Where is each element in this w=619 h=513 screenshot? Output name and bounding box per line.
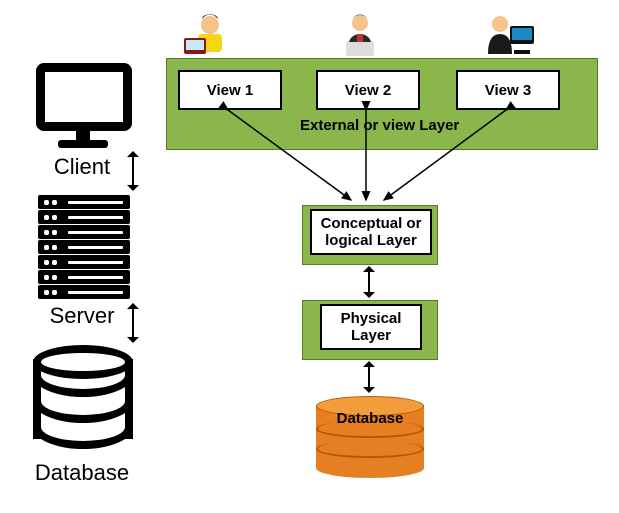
arrow-client-server [132,155,134,187]
arrow-server-database [132,307,134,339]
database-label: Database [22,460,142,486]
monitor-base [58,140,108,148]
conceptual-line-1: Conceptual or [321,215,422,232]
physical-box: Physical Layer [320,304,422,350]
database-cylinder [316,396,424,478]
arrow-conceptual-physical [368,270,370,294]
user-icon-2 [330,12,390,57]
server-label: Server [22,303,142,329]
monitor-neck [76,130,90,140]
user-icon-1 [180,12,240,57]
monitor-icon [36,63,132,131]
conceptual-line-2: logical Layer [325,232,417,249]
user-icon-3 [480,12,540,57]
arrows-views-to-conceptual [166,100,596,215]
view-3-label: View 3 [485,82,531,99]
server-icon [38,195,130,300]
view-1-label: View 1 [207,82,253,99]
view-2-label: View 2 [345,82,391,99]
conceptual-box: Conceptual or logical Layer [310,209,432,255]
client-label: Client [22,154,142,180]
database-icon [33,345,133,455]
database-cylinder-label: Database [316,410,424,427]
physical-line-1: Physical [341,310,402,327]
physical-line-2: Layer [351,327,391,344]
arrow-physical-database [368,365,370,389]
